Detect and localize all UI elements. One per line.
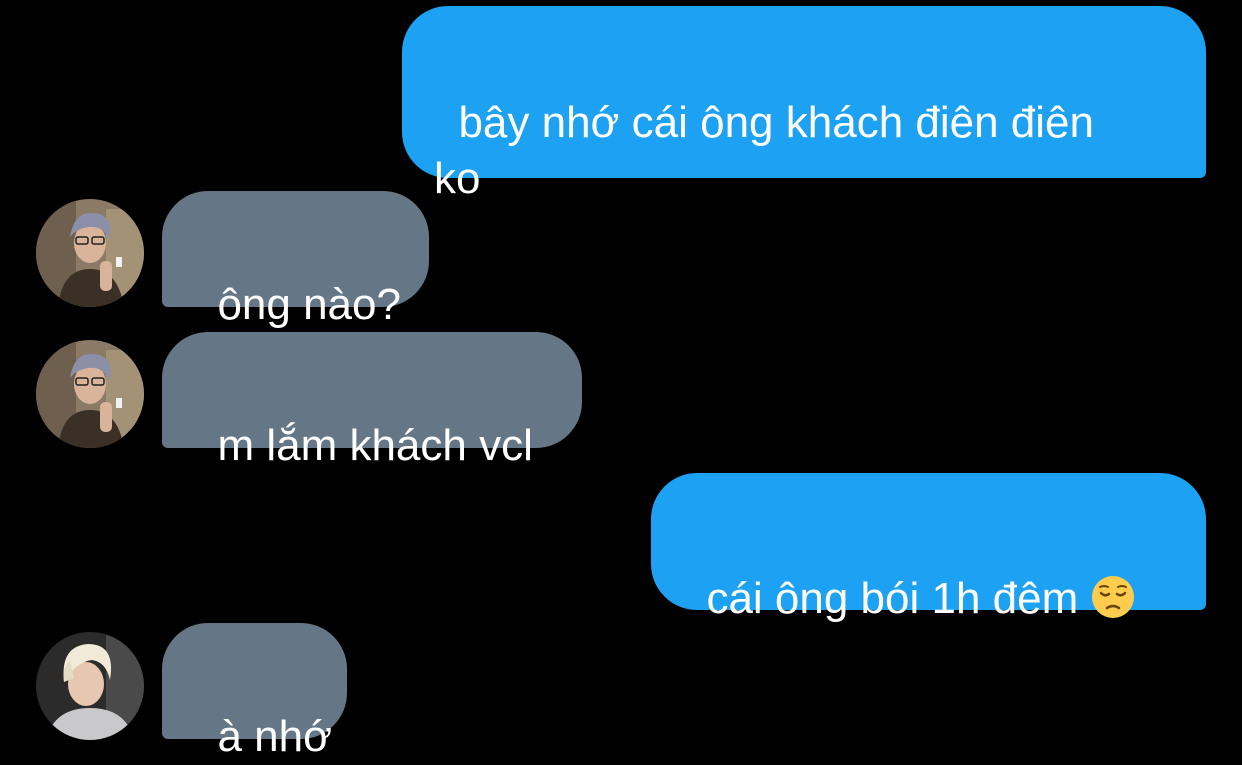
avatar-gray-hair-icon	[36, 199, 144, 307]
message-bubble-incoming[interactable]: à nhớ	[162, 623, 347, 761]
avatar[interactable]	[36, 340, 144, 448]
avatar-blond-hair-icon	[36, 632, 144, 740]
avatar-gray-hair-icon	[36, 340, 144, 448]
message-text: bây nhớ cái ông khách điên điên ko	[434, 98, 1094, 203]
message-text: cái ông bói 1h đêm	[706, 574, 1091, 623]
avatar[interactable]	[36, 632, 144, 740]
message-text: ông nào?	[217, 280, 401, 329]
message-text: à nhớ	[217, 712, 332, 761]
message-bubble-incoming[interactable]: m lắm khách vcl	[162, 332, 582, 470]
message-bubble-outgoing[interactable]: cái ông bói 1h đêm	[651, 473, 1206, 623]
message-bubble-outgoing[interactable]: bây nhớ cái ông khách điên điên ko	[402, 6, 1206, 203]
message-text: m lắm khách vcl	[217, 421, 533, 470]
message-bubble-incoming[interactable]: ông nào?	[162, 191, 429, 329]
pensive-face-emoji-icon	[1091, 575, 1135, 619]
avatar[interactable]	[36, 199, 144, 307]
